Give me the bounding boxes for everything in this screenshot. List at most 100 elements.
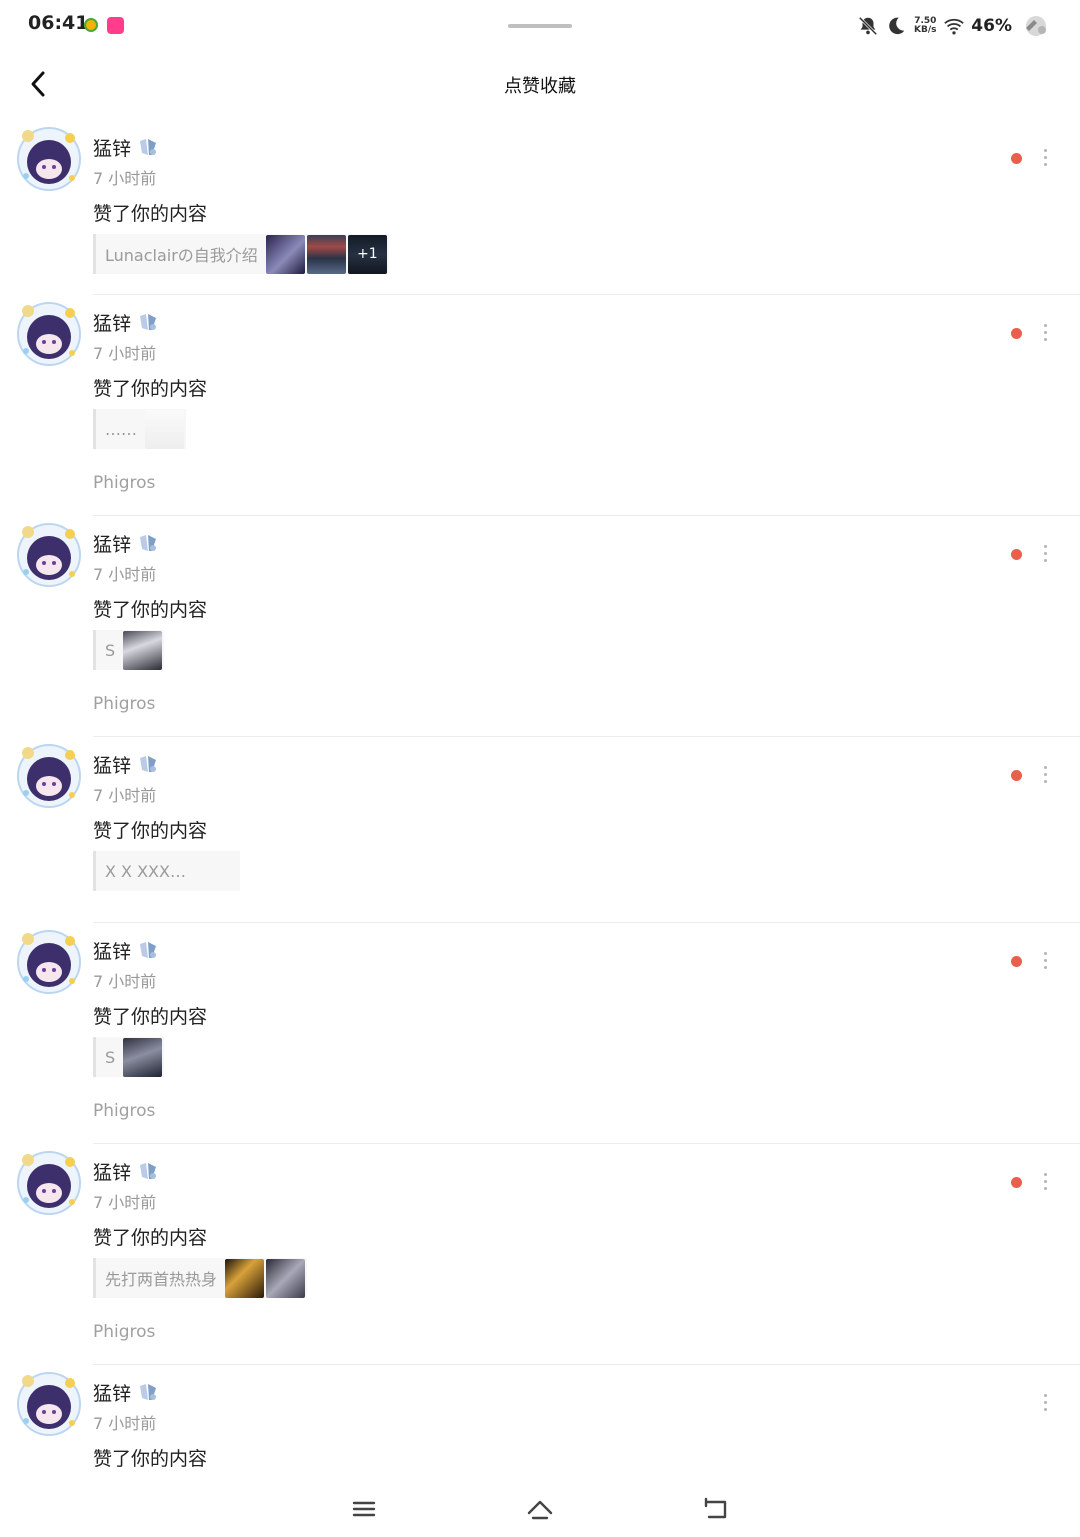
battery-percent: 46% <box>971 16 1012 36</box>
notification-item[interactable]: 猛锌 7 小时前赞了你的内容 Lunaclairの自我介绍 +1 <box>0 120 1080 295</box>
quoted-content[interactable]: …… <box>93 409 186 449</box>
quoted-title: S <box>105 1047 116 1067</box>
notification-item[interactable]: 猛锌 7 小时前赞了你的内容 …… Phigros <box>0 295 1080 516</box>
quoted-title: X X XXX… <box>105 861 186 881</box>
more-options-icon[interactable] <box>1037 1391 1053 1413</box>
user-badge-icon <box>136 1380 160 1404</box>
thumbnail-image[interactable] <box>145 409 184 449</box>
notification-item[interactable]: 猛锌 7 小时前赞了你的内容 S Phigros <box>0 516 1080 737</box>
timestamp: 7 小时前 <box>93 1414 157 1433</box>
header: 点赞收藏 <box>0 56 1080 114</box>
more-options-icon[interactable] <box>1037 321 1053 343</box>
user-name[interactable]: 猛锌 <box>93 530 131 557</box>
source-tag[interactable]: Phigros <box>93 1101 155 1121</box>
unread-dot <box>1011 328 1022 339</box>
user-name[interactable]: 猛锌 <box>93 309 131 336</box>
action-text: 赞了你的内容 <box>93 599 208 621</box>
avatar[interactable] <box>16 1150 82 1216</box>
user-name[interactable]: 猛锌 <box>93 937 131 964</box>
action-text: 赞了你的内容 <box>93 1448 208 1470</box>
thumbnail-image[interactable] <box>265 234 305 274</box>
action-text: 赞了你的内容 <box>93 1006 208 1028</box>
user-badge-icon <box>136 531 160 555</box>
user-name[interactable]: 猛锌 <box>93 134 131 161</box>
network-speed-unit: KB/s <box>914 25 937 35</box>
user-name[interactable]: 猛锌 <box>93 751 131 778</box>
notification-item[interactable]: 猛锌 7 小时前赞了你的内容先打两首热热身 Phigros <box>0 1144 1080 1365</box>
thumbnail-image[interactable] <box>306 234 346 274</box>
menu-icon[interactable] <box>349 1496 379 1522</box>
navigation-bar <box>0 1490 1080 1537</box>
moon-icon <box>889 17 905 35</box>
unread-dot <box>1011 549 1022 560</box>
more-options-icon[interactable] <box>1037 763 1053 785</box>
timestamp: 7 小时前 <box>93 786 157 805</box>
wifi-icon <box>944 18 965 35</box>
user-name[interactable]: 猛锌 <box>93 1158 131 1185</box>
source-tag[interactable]: Phigros <box>93 1322 155 1342</box>
user-badge-icon <box>136 135 160 159</box>
avatar[interactable] <box>16 743 82 809</box>
notification-list: 猛锌 7 小时前 赞了你的内容 Lunaclairの自我介绍 +1 猛锌 7 小时前 赞了你的… <box>0 120 1080 1505</box>
source-tag[interactable]: Phigros <box>93 694 155 714</box>
avatar[interactable] <box>16 126 82 192</box>
battery-icon <box>1026 16 1046 36</box>
action-text: 赞了你的内容 <box>93 203 208 225</box>
status-bar: 06:41 7.50 KB/s 46% <box>0 0 1080 52</box>
thumbnail-image[interactable] <box>266 1258 306 1298</box>
bell-off-icon <box>859 16 878 36</box>
thumbnail-image[interactable]: +1 <box>347 234 387 274</box>
quoted-title: Lunaclairの自我介绍 <box>105 246 258 265</box>
avatar[interactable] <box>16 301 82 367</box>
app-icon <box>84 18 98 32</box>
user-name[interactable]: 猛锌 <box>93 1379 131 1406</box>
avatar[interactable] <box>16 929 82 995</box>
more-options-icon[interactable] <box>1037 949 1053 971</box>
user-badge-icon <box>136 752 160 776</box>
more-options-icon[interactable] <box>1037 1170 1053 1192</box>
timestamp: 7 小时前 <box>93 1193 157 1212</box>
status-time: 06:41 <box>28 12 89 34</box>
quoted-content[interactable]: X X XXX… <box>93 851 240 891</box>
action-text: 赞了你的内容 <box>93 378 208 400</box>
status-indicators: 7.50 KB/s 46% <box>857 12 1050 40</box>
home-icon[interactable] <box>525 1496 555 1522</box>
avatar[interactable] <box>16 522 82 588</box>
quoted-content[interactable]: 先打两首热热身 <box>93 1258 308 1298</box>
unread-dot <box>1011 956 1022 967</box>
timestamp: 7 小时前 <box>93 565 157 584</box>
quoted-content[interactable]: S <box>93 630 165 670</box>
notification-item[interactable]: 猛锌 7 小时前赞了你的内容 S Phigros <box>0 923 1080 1144</box>
avatar[interactable] <box>16 1371 82 1437</box>
timestamp: 7 小时前 <box>93 972 157 991</box>
quoted-title: 先打两首热热身 <box>105 1270 218 1289</box>
timestamp: 7 小时前 <box>93 344 157 363</box>
quoted-content[interactable]: S <box>93 1037 165 1077</box>
source-tag[interactable]: Phigros <box>93 473 155 493</box>
more-images-count: +1 <box>347 234 387 274</box>
action-text: 赞了你的内容 <box>93 1227 208 1249</box>
thumbnail-image[interactable] <box>225 1258 265 1298</box>
quoted-title: …… <box>105 419 137 439</box>
unread-dot <box>1011 770 1022 781</box>
user-badge-icon <box>136 938 160 962</box>
drag-handle[interactable] <box>508 24 572 28</box>
quoted-content[interactable]: Lunaclairの自我介绍 +1 <box>93 234 389 274</box>
quoted-title: S <box>105 640 116 660</box>
thumbnail-image[interactable] <box>123 1037 163 1077</box>
back-icon[interactable] <box>701 1496 731 1522</box>
notification-item[interactable]: 猛锌 7 小时前赞了你的内容 <box>0 1365 1080 1505</box>
unread-dot <box>1011 1177 1022 1188</box>
notification-item[interactable]: 猛锌 7 小时前赞了你的内容 X X XXX… <box>0 737 1080 923</box>
more-options-icon[interactable] <box>1037 542 1053 564</box>
action-text: 赞了你的内容 <box>93 820 208 842</box>
timestamp: 7 小时前 <box>93 169 157 188</box>
unread-dot <box>1011 153 1022 164</box>
user-badge-icon <box>136 310 160 334</box>
network-speed: 7.50 KB/s <box>913 17 937 35</box>
more-options-icon[interactable] <box>1037 146 1053 168</box>
user-badge-icon <box>136 1159 160 1183</box>
page-title: 点赞收藏 <box>504 76 576 97</box>
thumbnail-image[interactable] <box>123 630 163 670</box>
app-icon <box>107 17 124 34</box>
